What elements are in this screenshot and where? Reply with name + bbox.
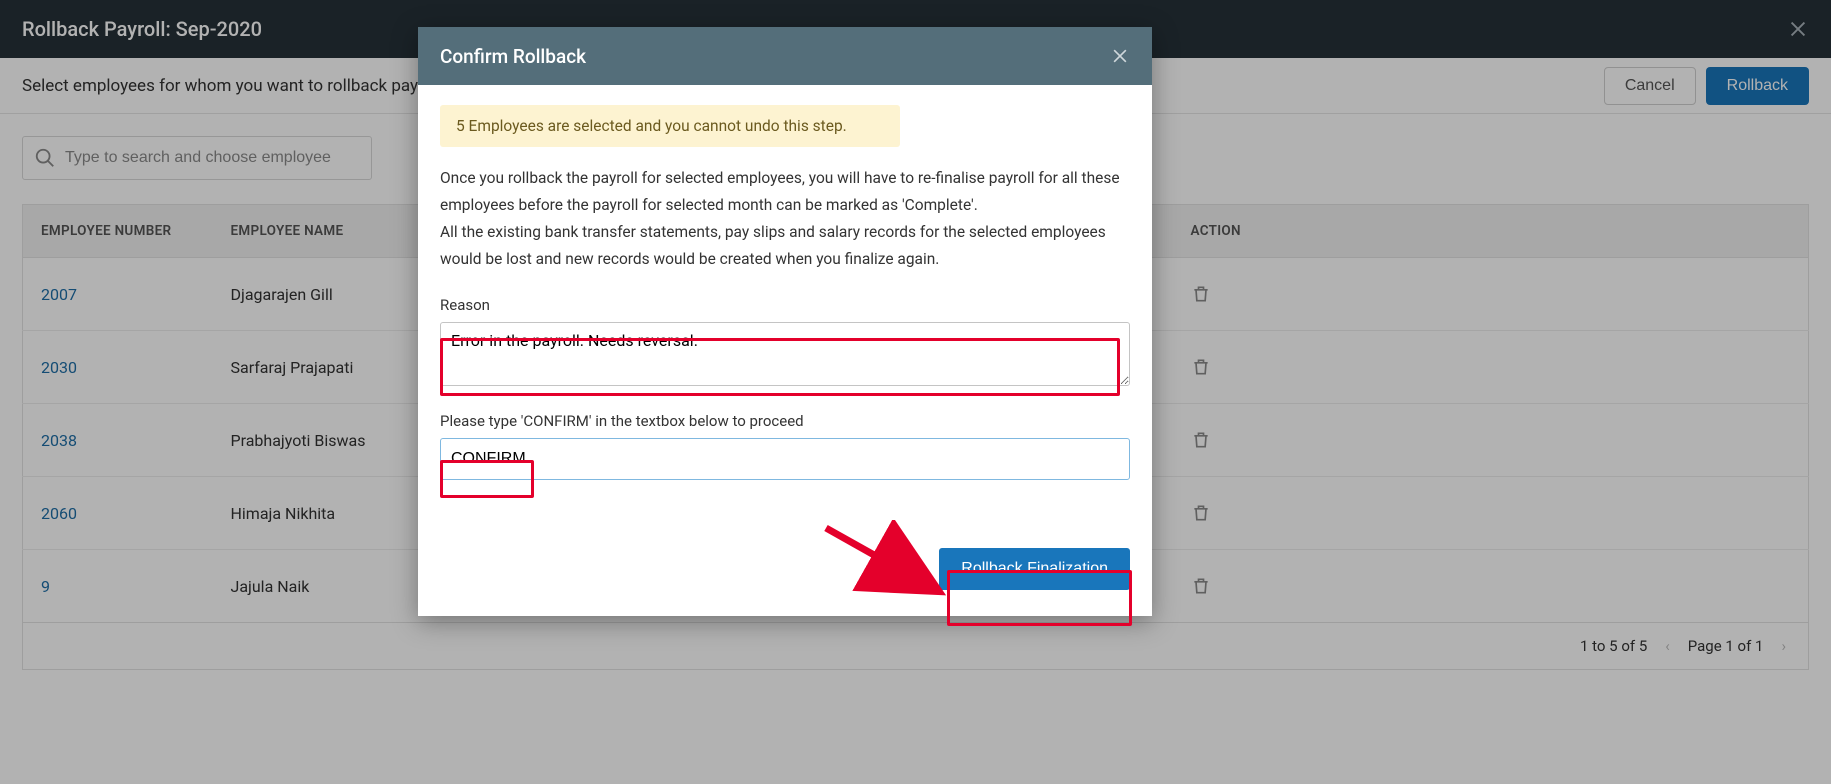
modal-close-icon[interactable] [1110,46,1130,66]
modal-title: Confirm Rollback [440,45,586,68]
info-paragraph-2: All the existing bank transfer statement… [440,219,1130,273]
confirm-rollback-modal: Confirm Rollback 5 Employees are selecte… [418,27,1152,616]
info-paragraph-1: Once you rollback the payroll for select… [440,165,1130,219]
warning-alert: 5 Employees are selected and you cannot … [440,105,900,147]
modal-header: Confirm Rollback [418,27,1152,85]
confirm-input[interactable] [440,438,1130,480]
confirm-instruction: Please type 'CONFIRM' in the textbox bel… [440,412,1130,430]
reason-label: Reason [440,296,1130,314]
rollback-finalization-button[interactable]: Rollback Finalization [939,548,1130,590]
reason-textarea[interactable] [440,322,1130,386]
